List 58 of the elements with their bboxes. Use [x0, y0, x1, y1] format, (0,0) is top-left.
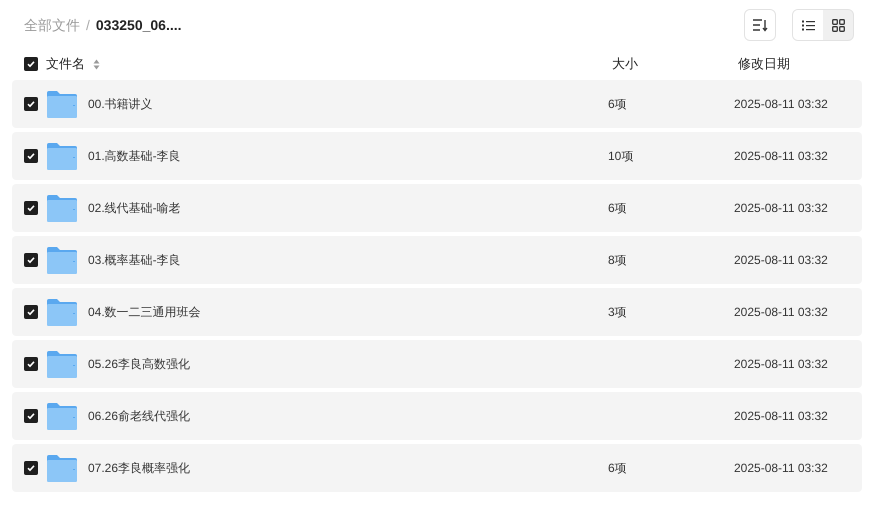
item-count: 3项: [608, 305, 627, 319]
modified-date: 2025-08-11 03:32: [734, 253, 828, 267]
folder-icon: [47, 90, 77, 118]
sort-icon: [752, 18, 768, 32]
modified-date: 2025-08-11 03:32: [734, 461, 828, 475]
folder-name: 03.概率基础-李良: [88, 252, 181, 269]
folder-name: 07.26李良概率强化: [88, 460, 190, 477]
folder-name: 00.书籍讲义: [88, 96, 153, 113]
folder-row[interactable]: 05.26李良高数强化 2025-08-11 03:32: [12, 340, 862, 388]
list-view-button[interactable]: [793, 10, 823, 40]
modified-date: 2025-08-11 03:32: [734, 149, 828, 163]
folder-icon: [47, 194, 77, 222]
checkbox[interactable]: [24, 201, 38, 215]
modified-date: 2025-08-11 03:32: [734, 201, 828, 215]
folder-name: 02.线代基础-喻老: [88, 200, 181, 217]
item-count: 6项: [608, 461, 627, 475]
modified-date: 2025-08-11 03:32: [734, 305, 828, 319]
folder-row[interactable]: 03.概率基础-李良 8项 2025-08-11 03:32: [12, 236, 862, 284]
folder-icon: [47, 298, 77, 326]
folder-icon: [47, 246, 77, 274]
breadcrumb-separator: /: [86, 16, 90, 34]
item-count: 10项: [608, 149, 634, 163]
folder-icon: [47, 454, 77, 482]
item-count: 6项: [608, 97, 627, 111]
item-count: 6项: [608, 201, 627, 215]
checkbox[interactable]: [24, 461, 38, 475]
folder-name: 05.26李良高数强化: [88, 356, 190, 373]
folder-name: 06.26俞老线代强化: [88, 408, 190, 425]
checkbox[interactable]: [24, 305, 38, 319]
sort-button[interactable]: [744, 9, 776, 41]
folder-row[interactable]: 07.26李良概率强化 6项 2025-08-11 03:32: [12, 444, 862, 492]
checkbox[interactable]: [24, 57, 38, 71]
checkbox[interactable]: [24, 97, 38, 111]
modified-date: 2025-08-11 03:32: [734, 97, 828, 111]
folder-row[interactable]: 01.高数基础-李良 10项 2025-08-11 03:32: [12, 132, 862, 180]
column-header[interactable]: 文件名: [46, 54, 85, 74]
checkbox[interactable]: [24, 357, 38, 371]
folder-name: 01.高数基础-李良: [88, 148, 181, 165]
folder-row[interactable]: 02.线代基础-喻老 6项 2025-08-11 03:32: [12, 184, 862, 232]
checkbox[interactable]: [24, 409, 38, 423]
folder-row[interactable]: 00.书籍讲义 6项 2025-08-11 03:32: [12, 80, 862, 128]
modified-date: 2025-08-11 03:32: [734, 409, 828, 423]
column-header: 修改日期: [738, 56, 790, 72]
breadcrumb-link[interactable]: 033250_06....: [96, 14, 182, 36]
modified-date: 2025-08-11 03:32: [734, 357, 828, 371]
folder-row[interactable]: 06.26俞老线代强化 2025-08-11 03:32: [12, 392, 862, 440]
item-count: 8项: [608, 253, 627, 267]
folder-icon: [47, 142, 77, 170]
folder-icon: [47, 350, 77, 378]
folder-name: 04.数一二三通用班会: [88, 304, 201, 321]
sort-arrows-icon[interactable]: [93, 58, 100, 70]
grid-icon: [832, 18, 844, 32]
list-icon: [802, 20, 814, 30]
folder-icon: [47, 402, 77, 430]
folder-row[interactable]: 04.数一二三通用班会 3项 2025-08-11 03:32: [12, 288, 862, 336]
column-header: 大小: [612, 56, 638, 72]
checkbox[interactable]: [24, 253, 38, 267]
checkbox[interactable]: [24, 149, 38, 163]
